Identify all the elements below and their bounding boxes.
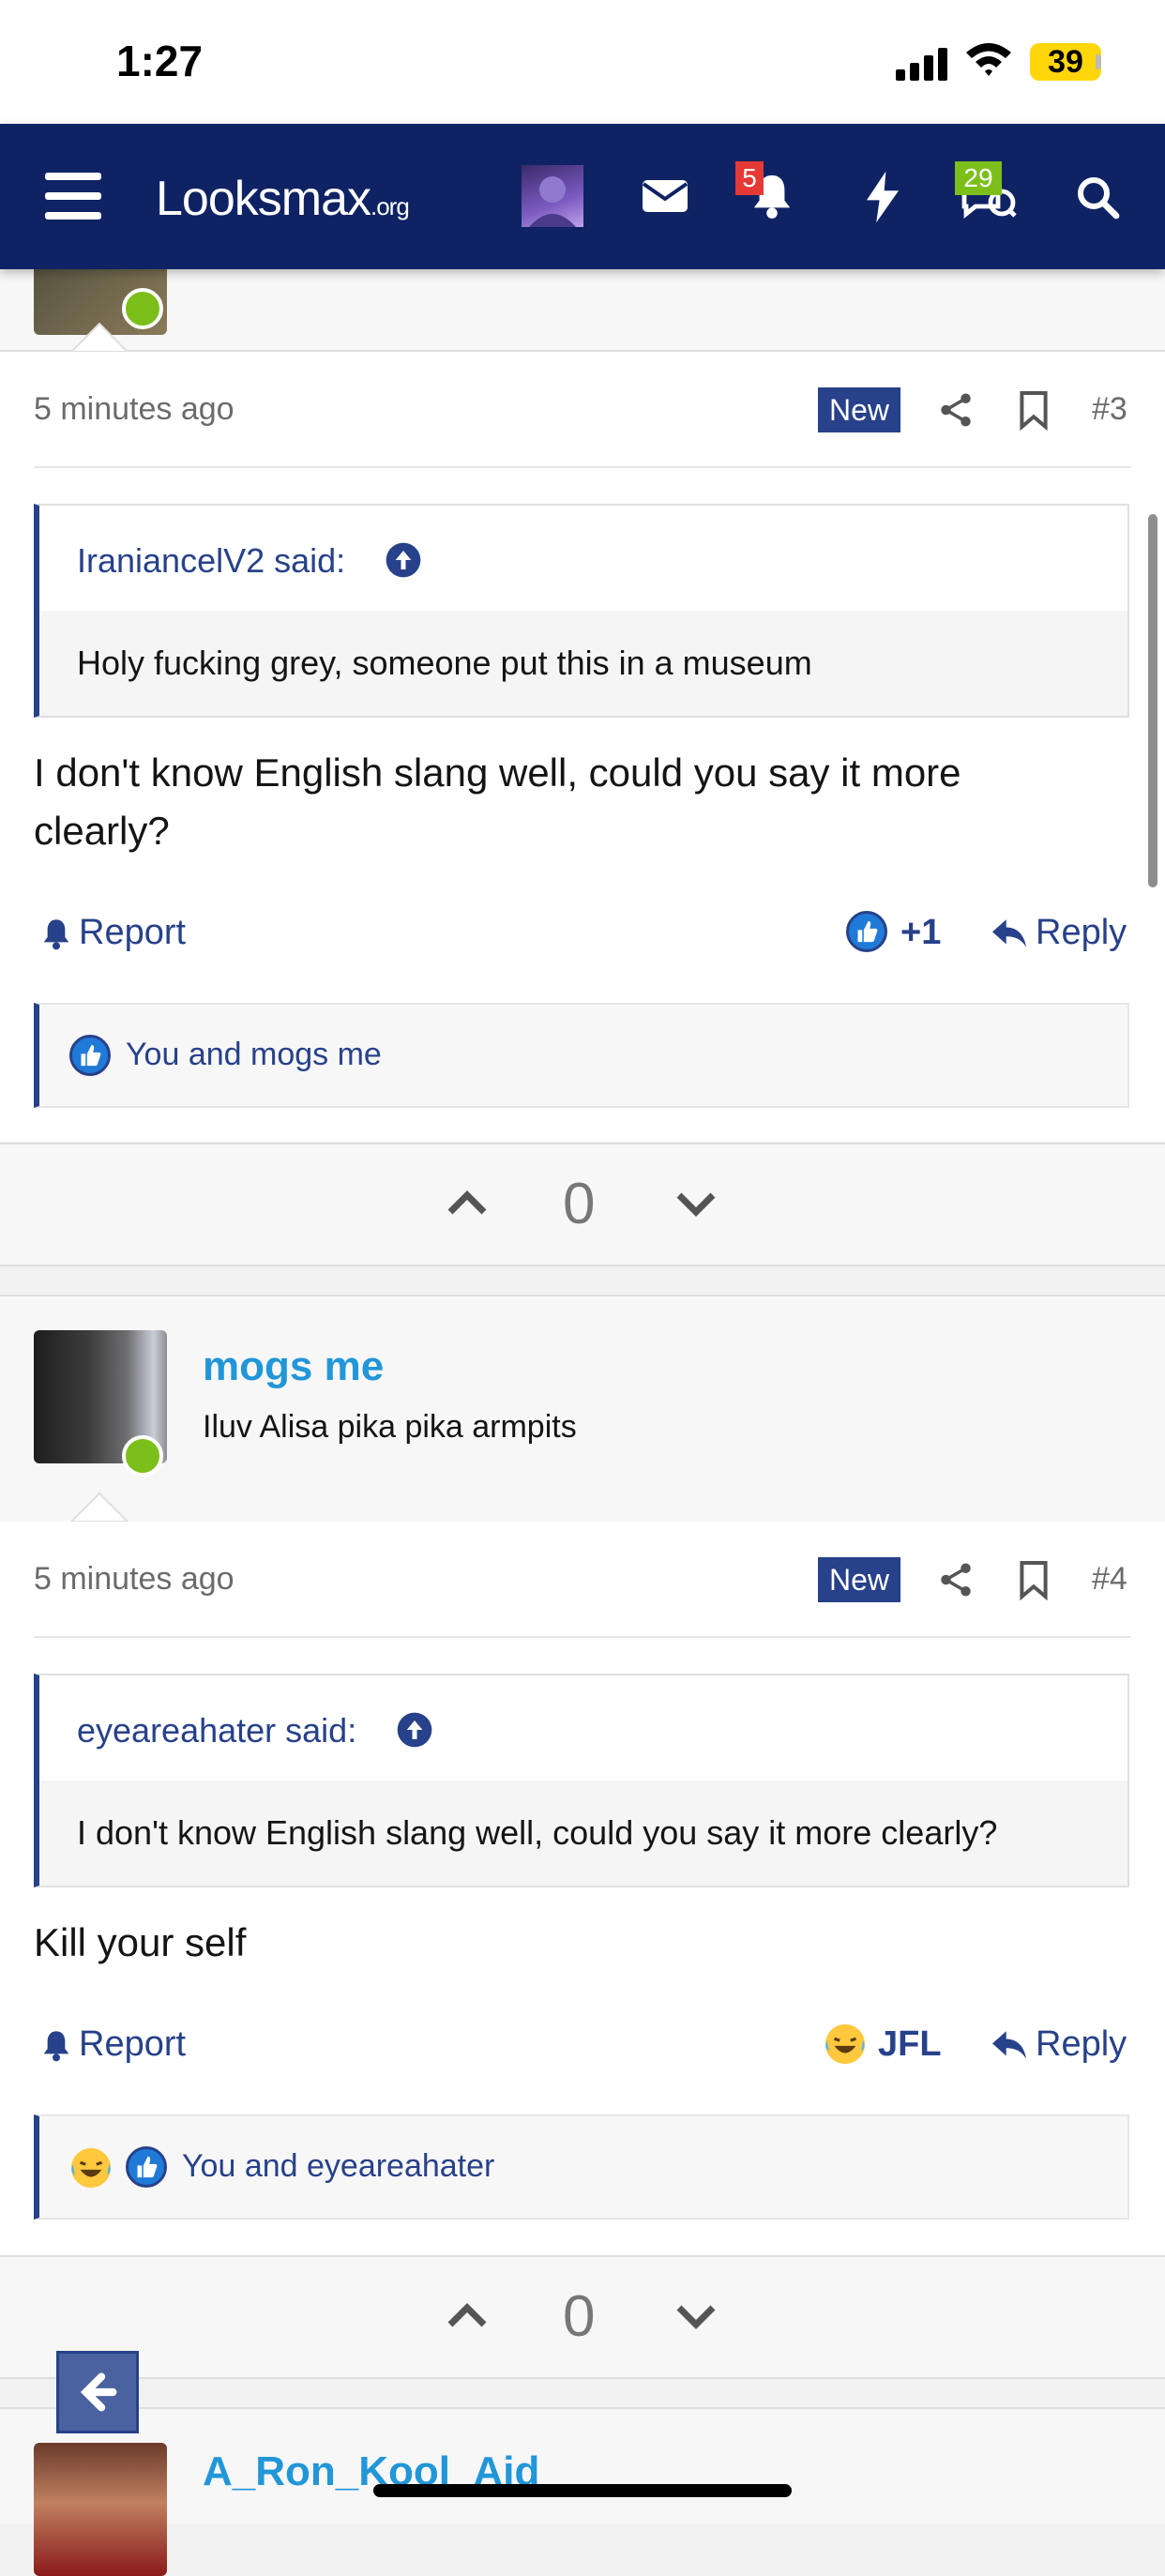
divider xyxy=(34,466,1131,468)
upvote-icon[interactable] xyxy=(446,1188,488,1216)
post-number[interactable]: #3 xyxy=(1092,391,1127,428)
divider xyxy=(34,1636,1131,1638)
online-indicator xyxy=(122,288,163,329)
post-time[interactable]: 5 minutes ago xyxy=(34,391,235,428)
top-navbar: Looksmax.org 5 29 xyxy=(0,124,1165,269)
vote-bar: 0 xyxy=(0,1143,1165,1266)
status-bar: 1:27 39 xyxy=(0,0,1165,124)
new-badge: New xyxy=(818,387,901,432)
reply-button[interactable]: Reply xyxy=(1036,2024,1127,2065)
avatar-figure-icon xyxy=(529,176,576,227)
lightning-icon[interactable] xyxy=(867,171,899,223)
bookmark-icon[interactable] xyxy=(1017,1559,1051,1600)
post-body: 5 minutes ago New #4 eyeareahater said: … xyxy=(0,1522,1165,2255)
laughing-crying-emoji-icon[interactable] xyxy=(824,2023,867,2066)
new-badge: New xyxy=(818,1557,901,1602)
laughing-crying-emoji-icon xyxy=(70,2147,112,2189)
reaction-summary-bar[interactable]: You and eyeareahater xyxy=(34,2114,1129,2220)
wifi-icon xyxy=(966,43,1011,76)
arrow-left-icon xyxy=(80,2372,117,2412)
reply-icon xyxy=(992,2031,1026,2059)
quote-header: IraniancelV2 said: xyxy=(39,506,1127,611)
message-line: I don't know English slang well, could y… xyxy=(34,750,961,795)
avatar[interactable] xyxy=(34,2443,167,2576)
reaction-summary-text[interactable]: You and mogs me xyxy=(126,1037,382,1073)
downvote-icon[interactable] xyxy=(675,1191,717,1220)
quote-block: eyeareahater said: I don't know English … xyxy=(34,1674,1129,1887)
scrollbar[interactable] xyxy=(1148,514,1157,887)
post-pointer-arrow xyxy=(71,322,128,352)
message-line: clearly? xyxy=(34,809,170,853)
status-time: 1:27 xyxy=(116,37,204,85)
back-button[interactable] xyxy=(56,2351,139,2433)
upvote-icon[interactable] xyxy=(446,2300,488,2328)
cellular-signal-icon xyxy=(896,48,947,81)
search-icon[interactable] xyxy=(1075,174,1120,220)
user-avatar[interactable] xyxy=(522,165,583,227)
post-number[interactable]: #4 xyxy=(1092,1561,1127,1598)
like-icon[interactable] xyxy=(846,911,887,952)
username[interactable]: mogs me xyxy=(203,1343,384,1390)
reaction-summary-text[interactable]: You and eyeareahater xyxy=(182,2148,494,2185)
jump-to-quote-icon[interactable] xyxy=(396,1711,433,1749)
vote-bar: 0 xyxy=(0,2255,1165,2379)
user-title: Iluv Alisa pika pika armpits xyxy=(203,1409,577,1445)
menu-icon[interactable] xyxy=(45,171,101,221)
online-indicator xyxy=(122,1435,163,1477)
post-message: I don't know English slang well, could y… xyxy=(34,744,1122,860)
post-time[interactable]: 5 minutes ago xyxy=(34,1561,235,1598)
quote-header: eyeareahater said: xyxy=(39,1675,1127,1780)
reaction-score[interactable]: +1 xyxy=(900,913,941,953)
quote-author[interactable]: eyeareahater said: xyxy=(77,1711,356,1750)
reaction-summary-bar[interactable]: You and mogs me xyxy=(34,1003,1129,1108)
like-icon xyxy=(69,1035,111,1076)
post-user-header: A_Ron_Kool_Aid xyxy=(0,2407,1165,2576)
post-body: 5 minutes ago New #3 IraniancelV2 said: … xyxy=(0,352,1165,1142)
reaction-score[interactable]: JFL xyxy=(878,2024,942,2065)
vote-count: 0 xyxy=(563,2284,596,2349)
site-logo[interactable]: Looksmax.org xyxy=(156,171,410,227)
thread-content: 5 minutes ago New #3 IraniancelV2 said: … xyxy=(0,0,1165,2576)
vote-count: 0 xyxy=(563,1172,596,1236)
home-indicator[interactable] xyxy=(373,2484,792,2497)
reply-button[interactable]: Reply xyxy=(1036,913,1127,953)
downvote-icon[interactable] xyxy=(675,2304,717,2332)
inbox-icon[interactable] xyxy=(642,176,688,214)
battery-level: 39 xyxy=(1030,43,1101,81)
report-link[interactable]: Report xyxy=(79,913,186,953)
conversations-count-badge: 29 xyxy=(955,161,1002,195)
logo-suffix: .org xyxy=(371,192,410,220)
bell-icon xyxy=(43,919,69,950)
quote-author[interactable]: IraniancelV2 said: xyxy=(77,541,345,581)
logo-text: Looksmax xyxy=(156,172,371,226)
post-message: Kill your self xyxy=(34,1920,247,1964)
post-pointer-arrow xyxy=(71,1492,128,1522)
quote-text: I don't know English slang well, could y… xyxy=(39,1780,1127,1886)
post-user-header: mogs me Iluv Alisa pika pika armpits xyxy=(0,1295,1165,1525)
post-header-remnant xyxy=(0,213,1165,352)
like-icon xyxy=(126,2146,167,2188)
quote-block: IraniancelV2 said: Holy fucking grey, so… xyxy=(34,504,1129,718)
reply-icon xyxy=(992,919,1026,947)
bell-icon xyxy=(43,2031,69,2062)
battery-cap xyxy=(1096,54,1101,69)
report-link[interactable]: Report xyxy=(79,2024,186,2065)
quote-text: Holy fucking grey, someone put this in a… xyxy=(39,611,1127,716)
bookmark-icon[interactable] xyxy=(1017,389,1051,431)
alerts-count-badge: 5 xyxy=(735,161,764,195)
share-icon[interactable] xyxy=(936,1559,976,1600)
share-icon[interactable] xyxy=(936,389,976,431)
jump-to-quote-icon[interactable] xyxy=(385,541,422,579)
